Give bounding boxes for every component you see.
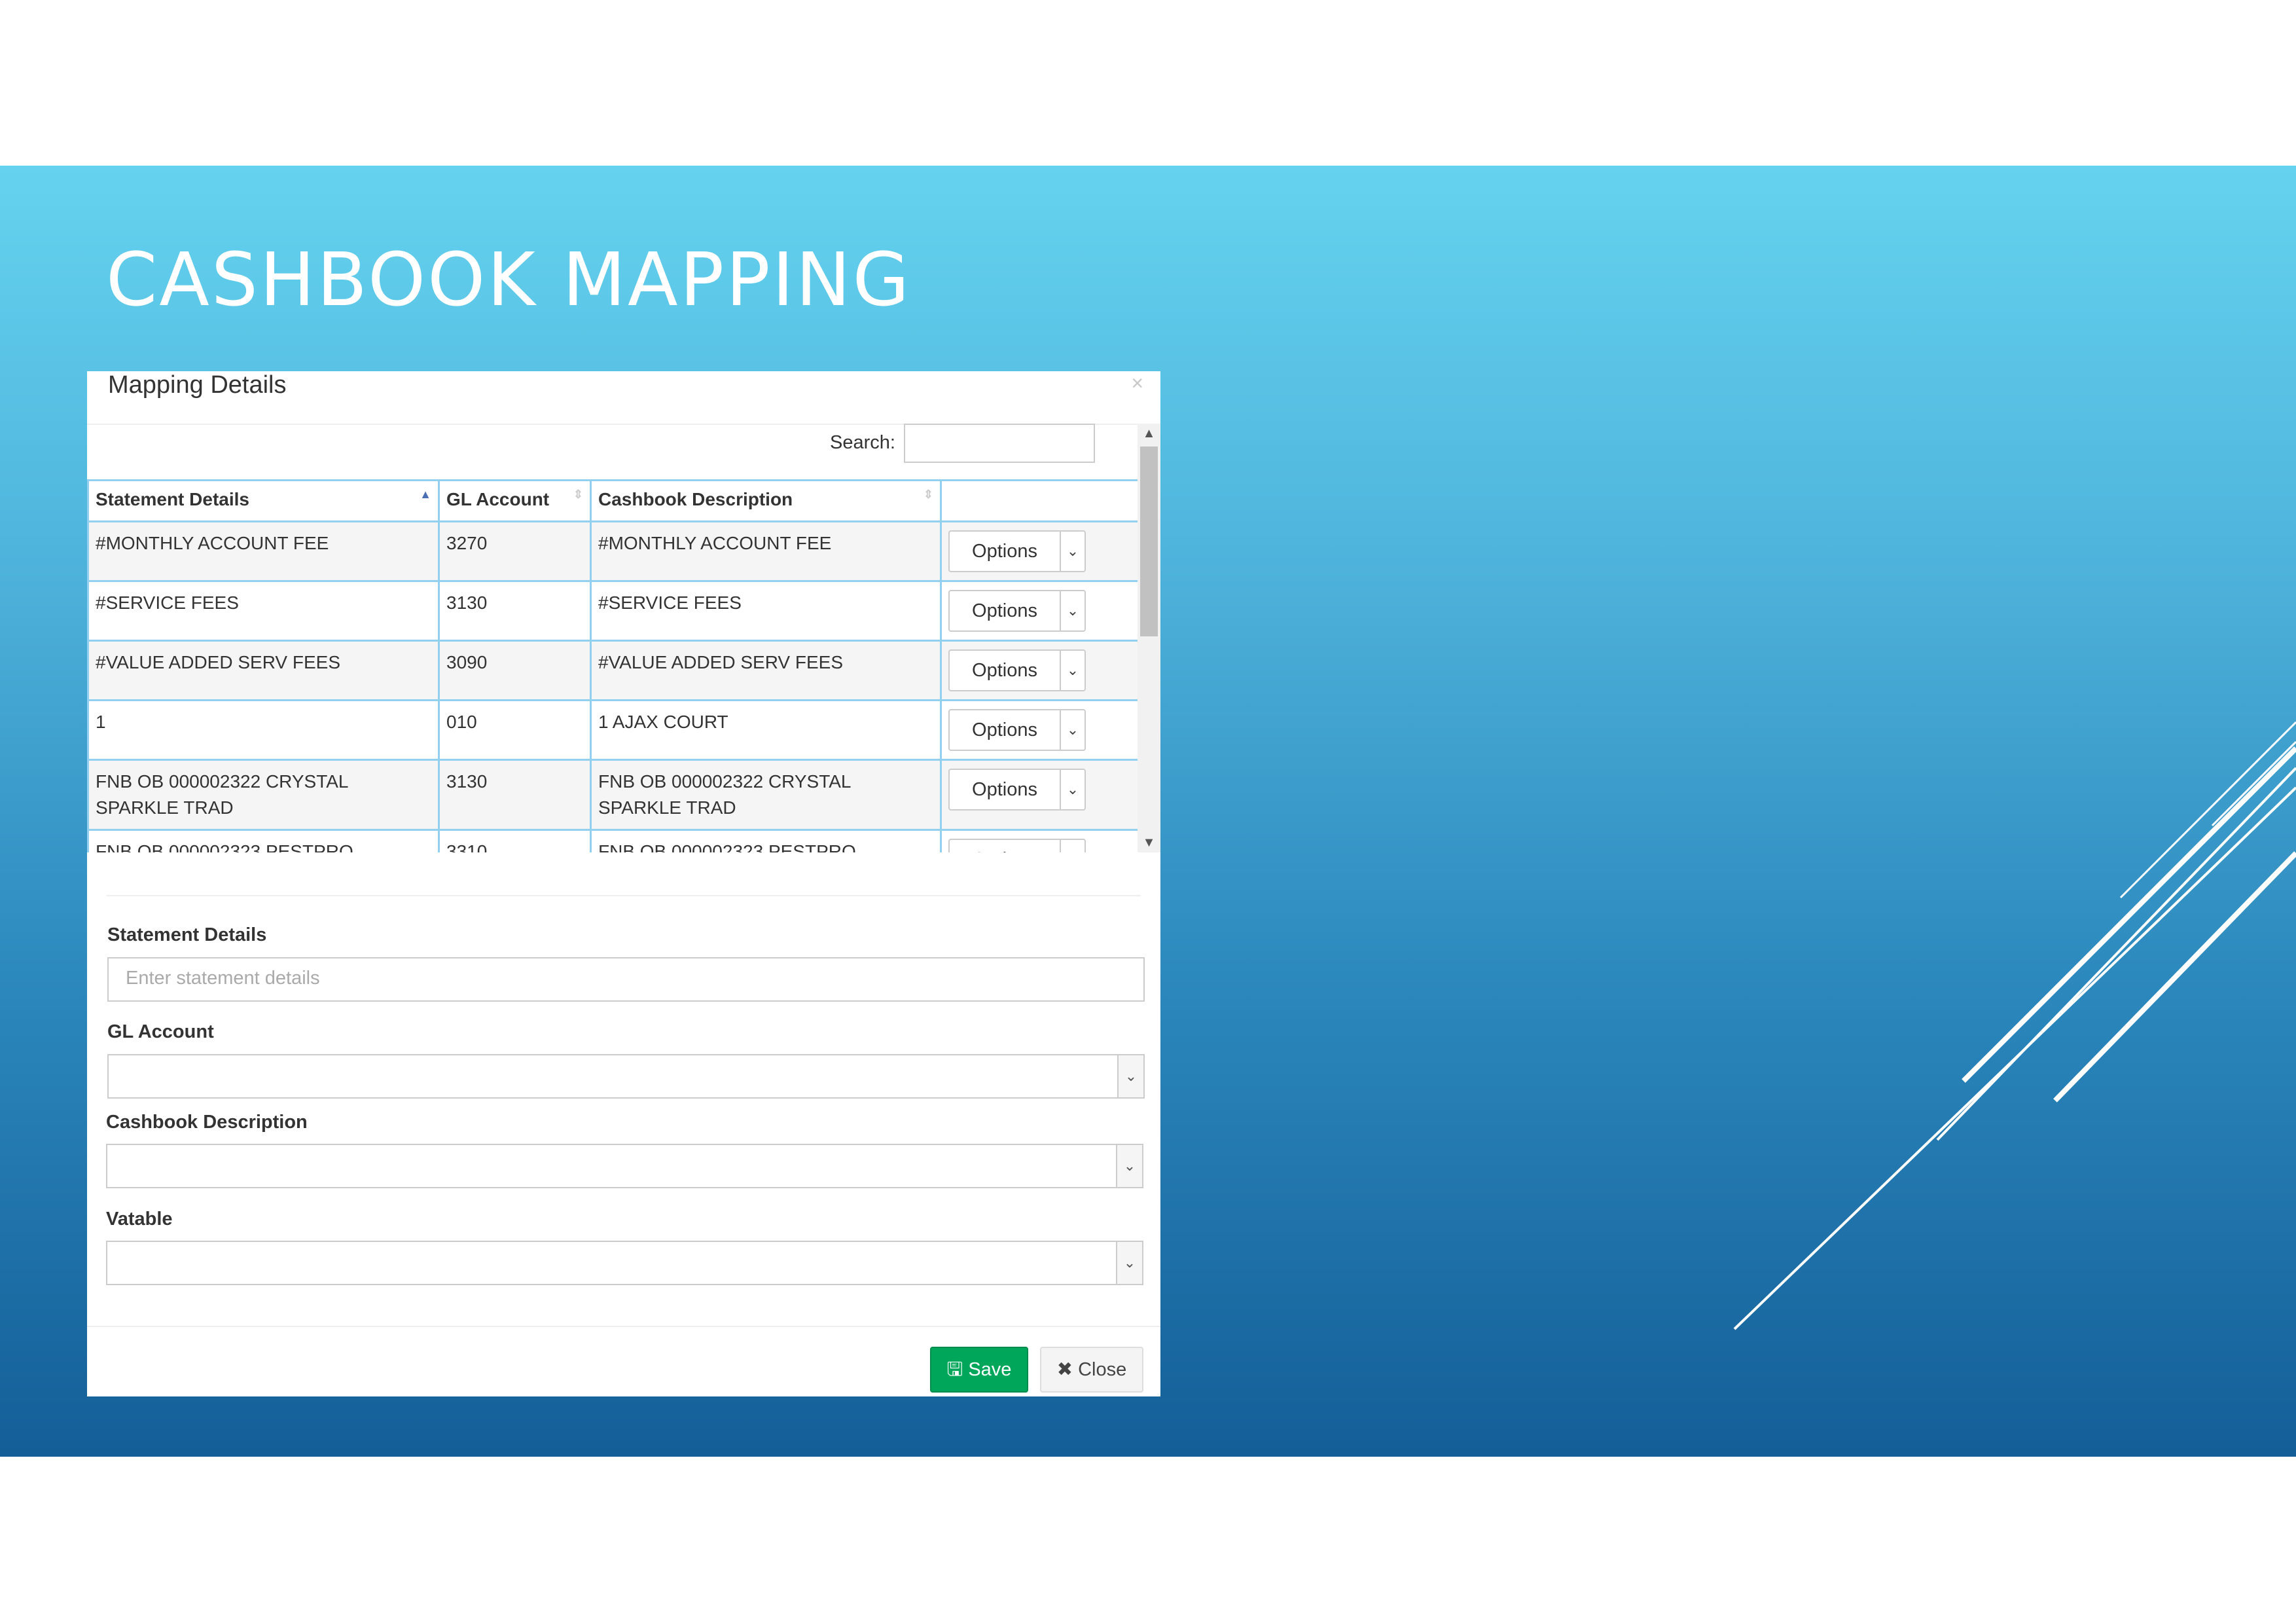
mapping-table-container: Statement Details ▲ GL Account ⇕ Cashboo… <box>87 479 1138 852</box>
chevron-down-icon[interactable]: ⌄ <box>1117 1055 1143 1097</box>
scrollbar-thumb[interactable] <box>1140 447 1158 636</box>
options-label: Options <box>950 770 1061 809</box>
mapping-table: Statement Details ▲ GL Account ⇕ Cashboo… <box>87 479 1138 852</box>
cell-actions: Options⌄ <box>940 699 1138 761</box>
divider <box>87 1326 1160 1327</box>
cell-description: #MONTHLY ACCOUNT FEE <box>590 520 942 582</box>
scroll-down-icon[interactable]: ▼ <box>1138 833 1160 852</box>
options-dropdown[interactable]: Options⌄ <box>948 769 1086 811</box>
options-label: Options <box>950 840 1061 852</box>
chevron-down-icon[interactable]: ⌄ <box>1061 591 1085 630</box>
gl-account-select[interactable]: ⌄ <box>107 1054 1145 1099</box>
statement-details-placeholder: Enter statement details <box>126 968 320 989</box>
save-button[interactable]: 🖫 Save <box>930 1347 1028 1393</box>
sort-both-icon: ⇕ <box>573 488 583 501</box>
chevron-down-icon[interactable]: ⌄ <box>1116 1145 1142 1187</box>
cell-statement: FNB OB 000002323 PESTPRO <box>87 829 440 852</box>
sort-both-icon: ⇕ <box>923 488 933 501</box>
cell-actions: Options⌄ <box>940 640 1138 701</box>
options-label: Options <box>950 710 1061 750</box>
vatable-label: Vatable <box>106 1209 173 1230</box>
mapping-details-dialog: Mapping Details × Search: Statement Deta… <box>87 371 1160 1396</box>
cell-description: FNB OB 000002323 PESTPRO <box>590 829 942 852</box>
cell-gl-account: 3270 <box>438 520 592 582</box>
col-header-label: Cashbook Description <box>598 489 793 509</box>
cell-statement: #MONTHLY ACCOUNT FEE <box>87 520 440 582</box>
gl-account-label: GL Account <box>107 1021 214 1042</box>
scroll-up-icon[interactable]: ▲ <box>1138 424 1160 443</box>
dialog-title: Mapping Details <box>108 371 287 399</box>
cell-description: #VALUE ADDED SERV FEES <box>590 640 942 701</box>
deco-line <box>2053 851 2296 1103</box>
options-dropdown[interactable]: Options⌄ <box>948 649 1086 691</box>
chevron-down-icon[interactable]: ⌄ <box>1061 651 1085 690</box>
close-icon[interactable]: × <box>1131 371 1143 395</box>
chevron-down-icon[interactable]: ⌄ <box>1061 710 1085 750</box>
cell-gl-account: 3310 <box>438 829 592 852</box>
table-row: #VALUE ADDED SERV FEES 3090 #VALUE ADDED… <box>87 640 1138 701</box>
cell-description: #SERVICE FEES <box>590 580 942 642</box>
cell-description: 1 AJAX COURT <box>590 699 942 761</box>
cell-statement: #VALUE ADDED SERV FEES <box>87 640 440 701</box>
table-row: FNB OB 000002323 PESTPRO 3310 FNB OB 000… <box>87 829 1138 852</box>
search-label: Search: <box>830 432 895 453</box>
close-button-label: Close <box>1078 1359 1127 1380</box>
vatable-select[interactable]: ⌄ <box>106 1241 1143 1285</box>
deco-line <box>1733 786 2296 1330</box>
divider <box>107 895 1141 896</box>
table-scrollbar[interactable]: ▲ ▼ <box>1138 424 1160 852</box>
chevron-down-icon[interactable]: ⌄ <box>1116 1242 1142 1284</box>
col-header-gl-account[interactable]: GL Account ⇕ <box>438 479 592 522</box>
cell-gl-account: 3130 <box>438 580 592 642</box>
options-dropdown[interactable]: Options⌄ <box>948 709 1086 751</box>
chevron-down-icon[interactable]: ⌄ <box>1061 840 1085 852</box>
statement-details-input[interactable]: Enter statement details <box>107 957 1145 1002</box>
chevron-down-icon[interactable]: ⌄ <box>1061 532 1085 571</box>
cell-gl-account: 3090 <box>438 640 592 701</box>
table-row: 1 010 1 AJAX COURT Options ⌄ <box>87 699 1138 761</box>
cashbook-description-label: Cashbook Description <box>106 1112 308 1133</box>
search-input[interactable] <box>904 424 1095 463</box>
cell-statement: FNB OB 000002322 CRYSTAL SPARKLE TRAD <box>87 759 440 831</box>
cell-actions: Options⌄ <box>940 759 1138 831</box>
cell-gl-account: 010 <box>438 699 592 761</box>
cell-actions: Options⌄ <box>940 829 1138 852</box>
cell-statement: #SERVICE FEES <box>87 580 440 642</box>
statement-details-label: Statement Details <box>107 924 267 945</box>
deco-line <box>1936 767 2296 1141</box>
col-header-label: Statement Details <box>96 489 249 509</box>
col-header-statement-details[interactable]: Statement Details ▲ <box>87 479 440 522</box>
deco-line <box>1962 746 2296 1083</box>
col-header-label: GL Account <box>446 489 550 509</box>
cell-statement: 1 <box>87 699 440 761</box>
cell-actions: Options⌄ <box>940 520 1138 582</box>
table-row: FNB OB 000002322 CRYSTAL SPARKLE TRAD 31… <box>87 759 1138 831</box>
cashbook-description-select[interactable]: ⌄ <box>106 1144 1143 1188</box>
close-icon: ✖ <box>1056 1359 1073 1380</box>
save-icon: 🖫 <box>946 1359 963 1380</box>
save-button-label: Save <box>968 1359 1012 1380</box>
sort-asc-icon: ▲ <box>420 488 431 501</box>
col-header-cashbook-description[interactable]: Cashbook Description ⇕ <box>590 479 942 522</box>
options-label: Options <box>950 651 1061 690</box>
cell-description: FNB OB 000002322 CRYSTAL SPARKLE TRAD <box>590 759 942 831</box>
table-row: #SERVICE FEES 3130 #SERVICE FEES Options… <box>87 580 1138 642</box>
options-label: Options <box>950 532 1061 571</box>
chevron-down-icon[interactable]: ⌄ <box>1061 770 1085 809</box>
options-dropdown[interactable]: Options⌄ <box>948 530 1086 572</box>
options-label: Options <box>950 591 1061 630</box>
close-button[interactable]: ✖ Close <box>1040 1347 1143 1393</box>
table-row: #MONTHLY ACCOUNT FEE 3270 #MONTHLY ACCOU… <box>87 520 1138 582</box>
cell-actions: Options⌄ <box>940 580 1138 642</box>
col-header-actions <box>940 479 1138 522</box>
cell-gl-account: 3130 <box>438 759 592 831</box>
options-dropdown[interactable]: Options⌄ <box>948 839 1086 852</box>
options-dropdown[interactable]: Options⌄ <box>948 590 1086 632</box>
